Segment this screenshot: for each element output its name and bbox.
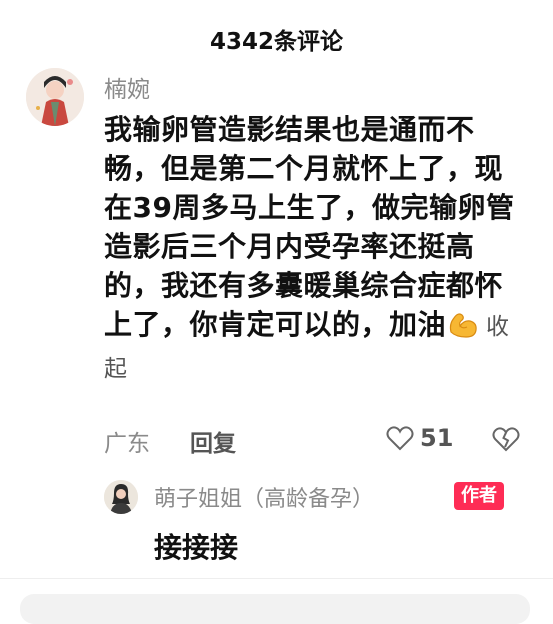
reply-button[interactable]: 回复: [190, 424, 236, 458]
reply-username[interactable]: 萌子姐姐（高龄备孕）: [154, 481, 374, 513]
heart-icon: [386, 426, 414, 451]
comment-username[interactable]: 楠婉: [104, 70, 150, 104]
comment-input-bar[interactable]: [20, 594, 530, 624]
dislike-button[interactable]: [492, 426, 520, 458]
avatar[interactable]: [26, 68, 84, 126]
reply-text: 接接接: [154, 531, 239, 564]
flexed-biceps-icon: [446, 306, 480, 340]
comment-location: 广东: [104, 431, 150, 457]
comments-title: 4342条评论: [209, 29, 343, 55]
user-avatar-icon: [104, 480, 138, 514]
comment-actions: 广东 回复 51: [104, 424, 524, 458]
like-button[interactable]: 51: [386, 424, 453, 452]
like-count: 51: [420, 424, 454, 452]
author-badge: 作者: [454, 482, 504, 510]
broken-heart-icon: [492, 427, 520, 452]
comment-body: 我输卵管造影结果也是通而不畅，但是第二个月就怀上了，现在39周多马上生了，做完输…: [104, 110, 524, 389]
divider: [0, 578, 553, 579]
reply-avatar[interactable]: [104, 480, 138, 514]
user-avatar-icon: [26, 68, 84, 126]
